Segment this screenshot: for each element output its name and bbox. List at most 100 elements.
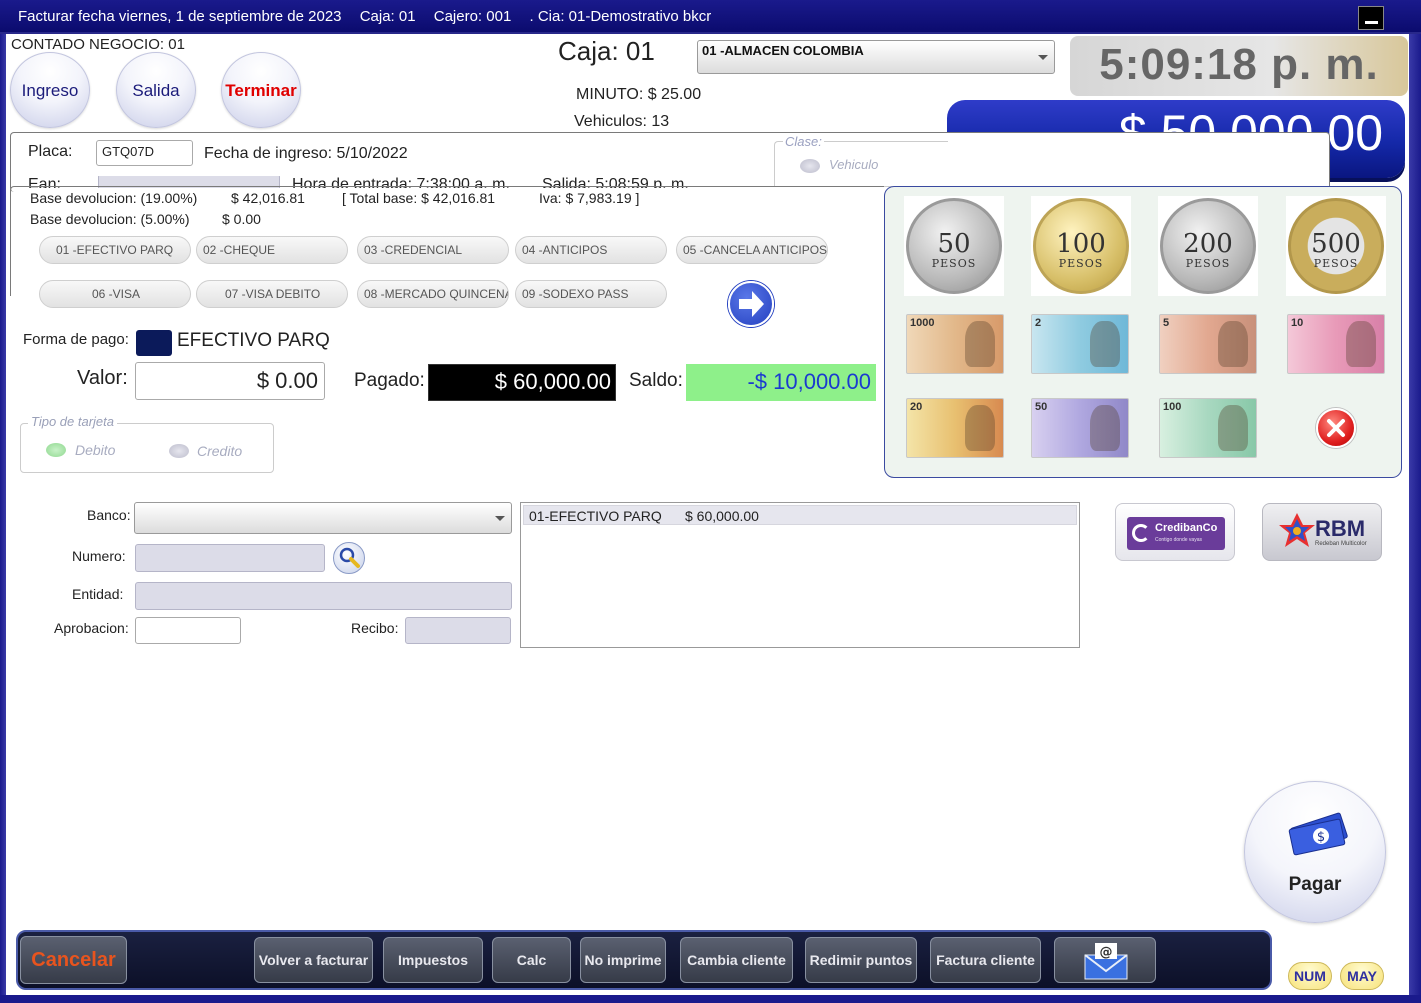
valor-label: Valor: [77, 367, 128, 389]
list-item-method: 01-EFECTIVO PARQ [529, 508, 662, 524]
coin-500-unit: PESOS [1313, 257, 1359, 270]
coin-500-value: 500 [1311, 229, 1361, 259]
pagado-label: Pagado: [354, 370, 425, 391]
email-button[interactable]: @ [1054, 937, 1156, 983]
almacen-dropdown[interactable]: 01 -ALMACEN COLOMBIA [697, 40, 1055, 74]
email-envelope-icon: @ [1084, 943, 1128, 980]
pagado-value: $ 60,000.00 [428, 364, 616, 401]
placa-input[interactable]: GTQ07D [96, 140, 193, 166]
pagar-button[interactable]: $ Pagar [1244, 781, 1386, 923]
bill-2000-icon[interactable]: 2 [1031, 314, 1129, 374]
forma-pago-value: EFECTIVO PARQ [177, 330, 330, 351]
payment-method-04[interactable]: 04 -ANTICIPOS [515, 236, 667, 264]
coin-50-icon[interactable]: 50 PESOS [906, 198, 1002, 294]
chevron-down-icon [1038, 55, 1048, 60]
coin-200-icon[interactable]: 200 PESOS [1160, 198, 1256, 294]
total-base-label: [ Total base: $ 42,016.81 [342, 190, 496, 206]
factura-cliente-button[interactable]: Factura cliente [930, 937, 1041, 983]
tipo-tarjeta-label: Tipo de tarjeta [28, 414, 117, 429]
bill-1000-icon[interactable]: 1000 [906, 314, 1004, 374]
coin-100-icon[interactable]: 100 PESOS [1033, 198, 1129, 294]
bill-10000-icon[interactable]: 10 [1287, 314, 1385, 374]
entidad-input[interactable] [135, 582, 512, 610]
bill-1000-label: 1000 [910, 317, 935, 329]
bill-5000-label: 5 [1163, 317, 1170, 329]
payment-method-09[interactable]: 09 -SODEXO PASS [515, 280, 667, 308]
forma-pago-label: Forma de pago: [23, 331, 129, 348]
bill-50000-icon[interactable]: 50 [1031, 398, 1129, 458]
base19-value: $ 42,016.81 [231, 190, 305, 206]
list-item-amount: $ 60,000.00 [685, 508, 759, 524]
clear-close-icon[interactable] [1316, 408, 1356, 448]
title-date: Facturar fecha viernes, 1 de septiembre … [18, 8, 342, 25]
clock-display: 5:09:18 p. m. [1070, 36, 1408, 96]
bill-100000-icon[interactable]: 100 [1159, 398, 1257, 458]
payment-method-05[interactable]: 05 -CANCELA ANTICIPOS [676, 236, 828, 264]
bill-50000-label: 50 [1035, 401, 1048, 413]
almacen-selected: 01 -ALMACEN COLOMBIA [702, 43, 864, 58]
impuestos-button[interactable]: Impuestos [383, 937, 483, 983]
vehiculo-radio-label: Vehiculo [829, 157, 879, 172]
fecha-ingreso-label: Fecha de ingreso: 5/10/2022 [204, 145, 408, 162]
chevron-down-icon [495, 516, 505, 521]
payment-method-08[interactable]: 08 -MERCADO QUINCENA [357, 280, 509, 308]
caps-lock-indicator: MAY [1340, 962, 1384, 990]
bill-20000-icon[interactable]: 20 [906, 398, 1004, 458]
debito-radio[interactable] [46, 443, 66, 457]
payment-method-06[interactable]: 06 -VISA [39, 280, 191, 308]
calc-button[interactable]: Calc [492, 937, 571, 983]
bill-5000-icon[interactable]: 5 [1159, 314, 1257, 374]
list-item[interactable]: 01-EFECTIVO PARQ $ 60,000.00 [523, 505, 1077, 525]
coin-500-icon[interactable]: 500 PESOS [1288, 198, 1384, 294]
banco-dropdown[interactable] [134, 502, 512, 534]
entidad-label: Entidad: [72, 586, 124, 602]
payment-method-01[interactable]: 01 -EFECTIVO PARQ [39, 236, 191, 264]
cambia-cliente-button[interactable]: Cambia cliente [680, 937, 793, 983]
payment-method-03[interactable]: 03 -CREDENCIAL [357, 236, 509, 264]
terminar-button[interactable]: Terminar [221, 52, 301, 128]
volver-facturar-button[interactable]: Volver a facturar [254, 937, 373, 983]
salida-button[interactable]: Salida [116, 52, 196, 128]
coin-50-unit: PESOS [931, 257, 977, 270]
vehiculo-radio[interactable] [800, 159, 820, 173]
svg-text:$: $ [1317, 830, 1325, 845]
no-imprime-button[interactable]: No imprime [580, 937, 666, 983]
bill-20000-label: 20 [910, 401, 923, 413]
title-cia: . Cia: 01-Demostrativo bkcr [529, 8, 712, 25]
window-frame-bottom [0, 995, 1421, 1003]
title-cajero: Cajero: 001 [433, 8, 512, 25]
minimize-button[interactable] [1358, 6, 1384, 30]
coin-100-value: 100 [1056, 229, 1106, 259]
recibo-input[interactable] [405, 617, 511, 644]
credibanco-tagline: Contigo donde vayas [1155, 537, 1202, 543]
redimir-puntos-button[interactable]: Redimir puntos [805, 937, 917, 983]
rbm-logo-button[interactable]: RBM Redeban Multicolor [1262, 503, 1382, 561]
contado-negocio-label: CONTADO NEGOCIO: 01 [11, 36, 185, 53]
payment-method-02[interactable]: 02 -CHEQUE [196, 236, 348, 264]
credito-label: Credito [197, 443, 243, 459]
clase-label: Clase: [783, 134, 824, 149]
valor-input[interactable]: $ 0.00 [135, 362, 325, 400]
ingreso-button[interactable]: Ingreso [10, 52, 90, 128]
rbm-logo-icon [1279, 513, 1315, 547]
coin-100-unit: PESOS [1058, 257, 1104, 270]
credibanco-logo-button[interactable]: CredibanCo Contigo donde vayas [1115, 503, 1235, 561]
payments-list[interactable]: 01-EFECTIVO PARQ $ 60,000.00 [520, 502, 1080, 648]
saldo-label: Saldo: [629, 370, 683, 391]
rbm-logo-text: RBM [1315, 516, 1366, 541]
minuto-label: MINUTO: $ 25.00 [576, 86, 702, 103]
bill-100000-label: 100 [1163, 401, 1182, 413]
credito-radio[interactable] [169, 444, 189, 458]
svg-text:@: @ [1100, 945, 1113, 960]
coin-200-unit: PESOS [1185, 257, 1231, 270]
payment-method-07[interactable]: 07 -VISA DEBITO [196, 280, 348, 308]
debito-label: Debito [75, 442, 116, 458]
base5-value: $ 0.00 [222, 211, 261, 227]
aprobacion-input[interactable] [135, 617, 241, 644]
cancelar-button[interactable]: Cancelar [20, 936, 127, 984]
caja-title: Caja: 01 [558, 36, 655, 66]
numero-input[interactable] [135, 544, 325, 572]
placa-label: Placa: [28, 143, 73, 160]
search-icon[interactable] [333, 542, 365, 574]
next-arrow-icon[interactable] [728, 281, 774, 327]
